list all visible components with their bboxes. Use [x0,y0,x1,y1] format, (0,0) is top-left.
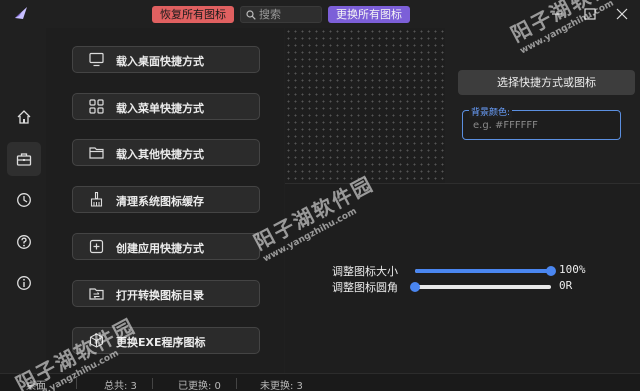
info-icon [17,276,31,290]
sidebar [0,28,46,373]
status-replaced: 已更换: 0 [178,381,221,391]
help-icon [17,235,31,249]
bg-color-label: 背景颜色: [469,105,513,118]
status-total: 总共: 3 [104,381,137,391]
restore-all-icons-button[interactable]: 恢复所有图标 [152,6,234,23]
app-logo-icon [15,7,27,19]
load-other-shortcuts-button[interactable]: 载入其他快捷方式 [72,139,260,166]
icon-size-value: 100% [559,263,586,276]
action-label: 清理系统图标缓存 [116,195,204,208]
icon-preview-area[interactable] [285,28,445,183]
toolbox-icon [16,153,32,166]
slider-area: 调整图标大小 100% 调整图标圆角 0R [285,184,640,373]
icon-settings-panel: 选择快捷方式或图标 背景颜色: [445,28,640,183]
bg-color-field[interactable]: 背景颜色: [462,105,621,140]
icon-radius-label: 调整图标圆角 [332,281,398,294]
action-label: 载入桌面快捷方式 [116,55,204,68]
clear-icon-cache-button[interactable]: 清理系统图标缓存 [72,186,260,213]
icon-radius-slider[interactable] [410,282,551,292]
cube-icon [89,333,104,348]
search-box[interactable] [240,6,322,23]
icon-radius-value: 0R [559,279,573,292]
sidebar-item-tools[interactable] [7,142,41,176]
grid-icon [89,99,104,114]
monitor-icon [89,52,104,67]
sidebar-item-about[interactable] [7,266,41,300]
status-separator [236,378,237,389]
sidebar-item-help[interactable] [7,225,41,259]
search-icon [246,10,256,20]
maximize-icon[interactable] [580,4,600,24]
create-app-shortcut-button[interactable]: 创建应用快捷方式 [72,233,260,260]
choose-shortcut-or-icon-button[interactable]: 选择快捷方式或图标 [458,70,635,95]
load-menu-shortcuts-button[interactable]: 载入菜单快捷方式 [72,93,260,120]
broom-icon [90,192,103,207]
folder-swap-icon [89,288,104,300]
minimize-icon[interactable] [547,4,567,24]
close-icon[interactable] [612,4,632,24]
action-label: 创建应用快捷方式 [116,242,204,255]
icon-size-slider[interactable] [415,266,556,276]
icon-size-thumb[interactable] [546,266,556,276]
action-label: 载入菜单快捷方式 [116,102,204,115]
open-convert-dir-button[interactable]: 打开转换图标目录 [72,280,260,307]
status-location: 桌面 [26,381,46,391]
load-desktop-shortcuts-button[interactable]: 载入桌面快捷方式 [72,46,260,73]
folder-icon [89,147,104,159]
icon-size-row: 调整图标大小 100% [285,263,640,279]
plus-square-icon [89,239,104,254]
replace-exe-icon-button[interactable]: 更换EXE程序图标 [72,327,260,354]
icon-size-fill [415,269,551,273]
sidebar-item-home[interactable] [7,100,41,134]
icon-size-label: 调整图标大小 [332,265,398,278]
clock-icon [17,193,31,207]
search-input[interactable] [259,7,319,22]
actions-panel: 载入桌面快捷方式 载入菜单快捷方式 载入其他快捷方式 清理系统图标缓存 创建应用… [46,28,284,373]
status-separator [76,378,77,389]
status-bar: 桌面 总共: 3 已更换: 0 未更换: 3 [0,373,640,391]
bg-color-input[interactable] [473,118,613,132]
title-bar: 恢复所有图标 更换所有图标 [0,0,640,28]
action-label: 载入其他快捷方式 [116,148,204,161]
sidebar-item-history[interactable] [7,183,41,217]
icon-radius-row: 调整图标圆角 0R [285,279,640,295]
replace-all-icons-button[interactable]: 更换所有图标 [328,6,410,23]
status-separator [152,378,153,389]
home-icon [17,110,31,124]
action-label: 更换EXE程序图标 [116,336,206,349]
status-not-replaced: 未更换: 3 [260,381,303,391]
action-label: 打开转换图标目录 [116,289,204,302]
icon-radius-thumb[interactable] [410,282,420,292]
